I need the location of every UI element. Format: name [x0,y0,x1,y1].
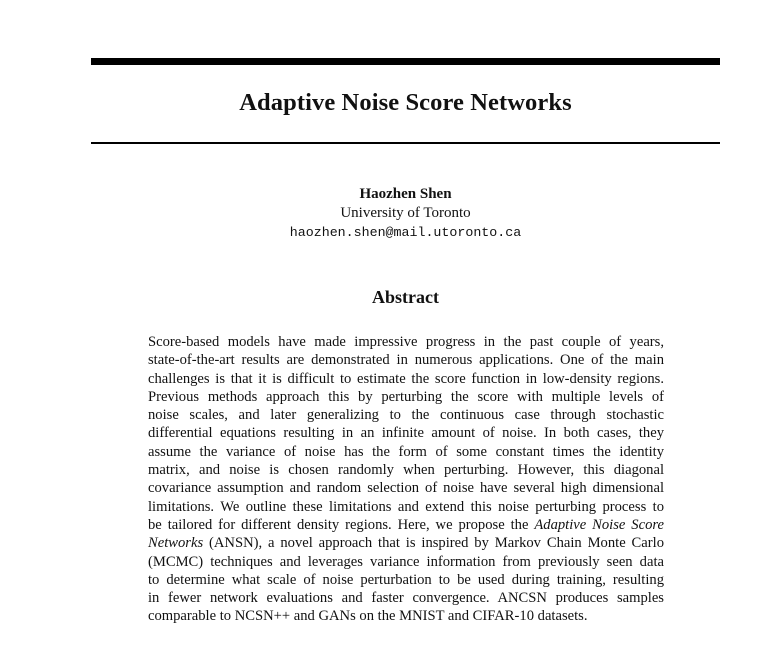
abstract-text: be tailored for different density region… [148,516,535,533]
abstract-line: differential equations resulting in an i… [148,425,664,442]
abstract-line: be tailored for different density region… [148,516,664,534]
abstract-line: Previous methods approach this by pertur… [148,388,664,405]
author-block: Haozhen Shen University of Toronto haozh… [91,185,720,242]
abstract-body: Score-based models have made impressive … [148,333,664,626]
author-name: Haozhen Shen [359,186,452,202]
abstract-line: challenges is that it is difficult to es… [148,370,664,387]
author-email: haozhen.shen@mail.utoronto.ca [289,225,522,240]
abstract-line: noise scales, and later generalizing to … [148,407,664,424]
abstract-line: Score-based models have made impressive … [148,334,664,350]
abstract-line: to determine what scale of noise perturb… [148,571,664,588]
paper-page: Adaptive Noise Score Networks Haozhen Sh… [0,0,784,665]
abstract-line: limitations. We outline these limitation… [148,498,664,515]
abstract-line: (MCMC) techniques and leverages variance… [148,553,664,570]
abstract-text: (ANSN), a novel approach that is inspire… [203,535,664,552]
abstract-line: comparable to NCSN++ and GANs on the MNI… [148,608,588,625]
abstract-line: assume the variance of noise has the for… [148,443,664,460]
abstract-line: covariance assumption and random selecti… [148,480,664,497]
title-top-rule [91,58,720,65]
abstract-line: state-of-the-art results are demonstrate… [148,352,664,369]
title-bottom-rule [91,142,720,144]
abstract-emphasis: Adaptive Noise Score [534,516,664,533]
abstract-line: in fewer network evaluations and faster … [148,590,664,607]
abstract-emphasis: Networks [148,535,204,552]
abstract-line: matrix, and noise is chosen randomly whe… [148,462,664,479]
abstract-heading: Abstract [372,287,439,307]
author-affiliation: University of Toronto [340,205,471,221]
paper-title: Adaptive Noise Score Networks [239,89,572,116]
abstract-line: Networks (ANSN), a novel approach that i… [148,534,664,552]
